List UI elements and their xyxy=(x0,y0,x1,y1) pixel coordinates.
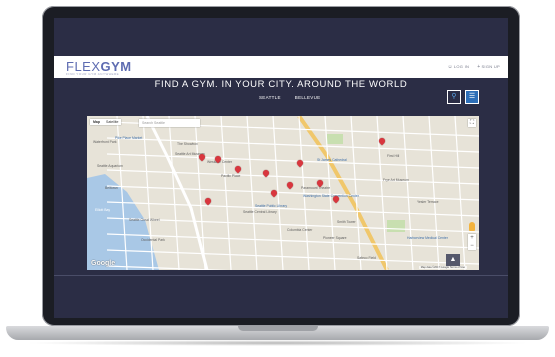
logo-tagline: FIND YOUR GYM ANYWHERE xyxy=(66,72,120,76)
map-place-label: Pacific Place xyxy=(221,174,241,178)
map-park xyxy=(327,134,343,144)
city-tab-seattle[interactable]: SEATTLE xyxy=(259,95,281,100)
map-place-label: Seattle Aquarium xyxy=(97,164,123,168)
map-streets xyxy=(106,116,479,270)
list-view-button[interactable]: ☰ xyxy=(465,90,479,104)
login-label: LOG IN xyxy=(453,64,470,69)
fullscreen-icon[interactable]: ⛶ xyxy=(468,119,476,127)
map-type-satellite[interactable]: Satellite xyxy=(103,119,121,125)
map-park xyxy=(387,220,405,232)
map-place-label: Seattle Central Library xyxy=(243,210,277,214)
screen: FLEXGYM FIND YOUR GYM ANYWHERE ☺LOG IN +… xyxy=(54,18,508,318)
pegman-icon[interactable] xyxy=(469,222,475,231)
map-place-label: Washington State Convention Center xyxy=(303,194,359,198)
list-icon: ☰ xyxy=(468,93,476,100)
gym-map[interactable]: Pike Place Market Waterfront Park The Show… xyxy=(87,116,479,270)
laptop-notch xyxy=(238,326,318,331)
nav-links: ☺LOG IN +SIGN UP xyxy=(447,64,500,70)
user-icon: ☺ xyxy=(447,64,453,70)
google-logo: Google xyxy=(91,260,116,267)
map-place-label: Harborview Medical Center xyxy=(407,236,448,240)
zoom-out-button[interactable]: − xyxy=(468,242,476,250)
page-headline: FIND A GYM. IN YOUR CITY. AROUND THE WOR… xyxy=(154,79,408,90)
map-place-label: Safeco Field xyxy=(357,256,376,260)
map-place-label: Columbia Center xyxy=(287,228,313,232)
map-type-map[interactable]: Map xyxy=(90,119,103,125)
laptop-shadow xyxy=(24,340,531,346)
zoom-in-button[interactable]: + xyxy=(468,234,476,242)
map-place-label: Seattle Great Wheel xyxy=(129,218,160,222)
chevron-up-icon: ▲ xyxy=(449,256,457,263)
map-place-label: Seattle Public Library xyxy=(255,204,288,208)
map-place-label: Belltown xyxy=(105,186,118,190)
view-toggle: ⚲ ☰ xyxy=(447,90,479,104)
map-type-control: Map Satellite xyxy=(90,119,122,125)
navbar: FLEXGYM FIND YOUR GYM ANYWHERE ☺LOG IN +… xyxy=(54,56,508,78)
map-marker-icon: ⚲ xyxy=(451,93,457,100)
map-place-label: Yesler Terrace xyxy=(417,200,439,204)
map-place-label: Waterfront Park xyxy=(93,140,117,144)
map-place-label: Pioneer Square xyxy=(323,236,347,240)
signup-link[interactable]: +SIGN UP xyxy=(477,64,500,70)
map-view-button[interactable]: ⚲ xyxy=(447,90,461,104)
map-place-label: Smith Tower xyxy=(337,220,356,224)
map-place-label: Paramount Theatre xyxy=(301,186,331,190)
map-place-label: The Showbox xyxy=(177,142,198,146)
login-link[interactable]: ☺LOG IN xyxy=(447,64,469,70)
map-canvas[interactable] xyxy=(87,116,479,270)
map-attribution[interactable]: Map data ©2017 Google Terms of Use xyxy=(418,266,467,269)
map-search-input[interactable]: Search Seattle xyxy=(139,119,200,127)
city-tab-bellevue[interactable]: BELLEVUE xyxy=(295,95,321,100)
signup-label: SIGN UP xyxy=(481,64,500,69)
user-plus-icon: + xyxy=(477,64,481,70)
map-place-label: Occidental Park xyxy=(141,238,165,242)
city-tabs: SEATTLE BELLEVUE xyxy=(259,95,320,100)
map-place-label: Elliott Bay xyxy=(95,208,111,212)
map-place-label: Pike Place Market xyxy=(115,136,143,140)
map-place-label: St James Cathedral xyxy=(317,158,347,162)
map-place-label: Frye Art Museum xyxy=(383,178,409,182)
footer-divider xyxy=(54,275,508,276)
zoom-control: + − xyxy=(468,234,476,250)
map-place-label: First Hill xyxy=(387,154,400,158)
scroll-top-button[interactable]: ▲ xyxy=(446,254,460,266)
